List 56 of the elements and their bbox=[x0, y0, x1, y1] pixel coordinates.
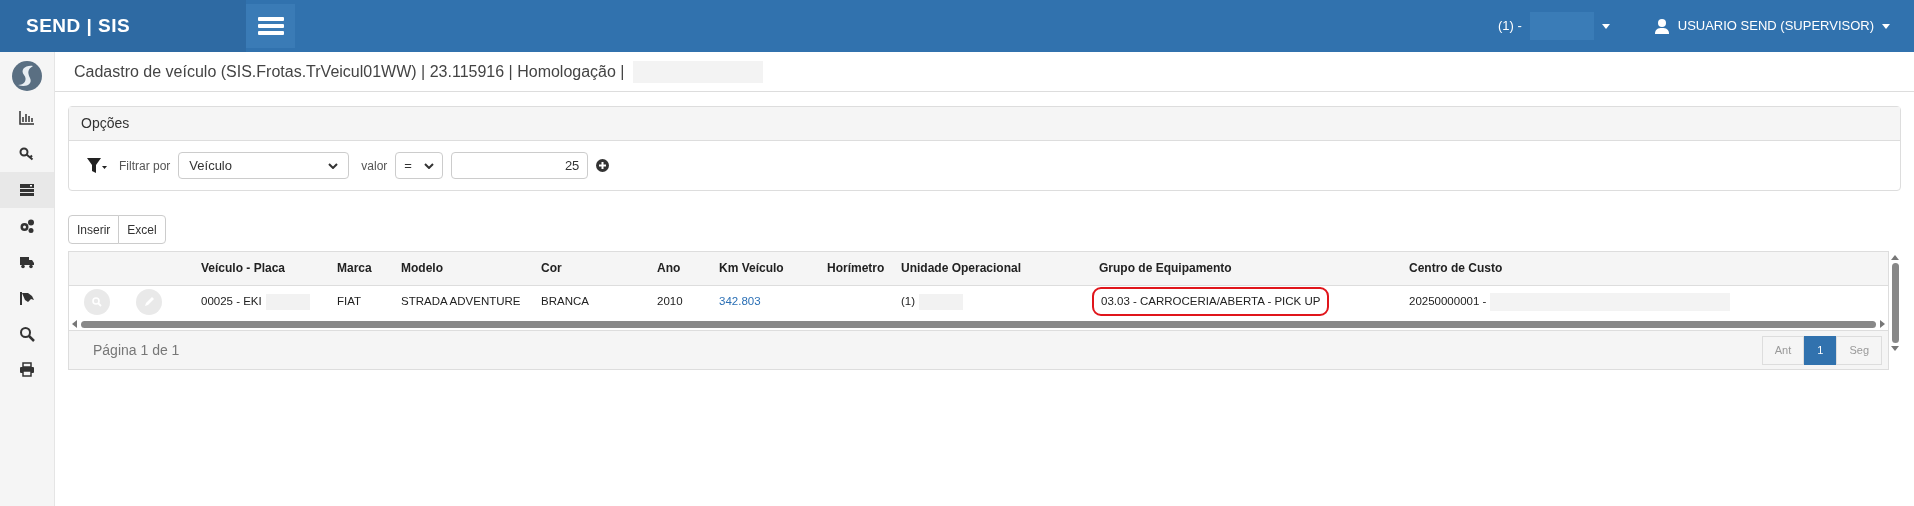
column-header[interactable]: Modelo bbox=[401, 261, 443, 276]
column-header[interactable]: Ano bbox=[657, 261, 681, 276]
table-cell-text: BRANCA bbox=[541, 294, 589, 310]
table-cell-text: 2010 bbox=[657, 294, 683, 310]
value-label: valor bbox=[361, 157, 388, 175]
hand-icon[interactable] bbox=[19, 290, 35, 306]
column-header[interactable]: Grupo de Equipamento bbox=[1099, 261, 1232, 276]
filter-icon[interactable] bbox=[87, 157, 107, 174]
user-icon bbox=[1653, 18, 1670, 34]
table-cell-text: FIAT bbox=[337, 294, 362, 310]
menu-button[interactable] bbox=[246, 4, 295, 48]
operator-select[interactable]: = bbox=[395, 152, 444, 179]
server-icon[interactable] bbox=[19, 182, 35, 198]
logo-icon bbox=[11, 60, 43, 92]
table-cell-text: (1) bbox=[901, 294, 916, 310]
filter-label: Filtrar por bbox=[119, 157, 171, 175]
scroll-right-icon[interactable] bbox=[1880, 320, 1885, 328]
filter-select[interactable]: Veículo bbox=[178, 152, 350, 179]
column-header[interactable]: Centro de Custo bbox=[1409, 261, 1503, 276]
gears-icon[interactable] bbox=[19, 218, 35, 234]
column-header[interactable]: Marca bbox=[337, 261, 372, 276]
column-header[interactable]: Unidade Operacional bbox=[901, 261, 1022, 276]
print-icon[interactable] bbox=[19, 362, 35, 378]
chevron-down-icon bbox=[328, 162, 339, 169]
table-cell-text: 20250000001 - bbox=[1409, 293, 1487, 309]
user-menu[interactable]: USUARIO SEND (SUPERVISOR) bbox=[1653, 16, 1890, 36]
caret-icon bbox=[1601, 23, 1610, 29]
circled-table-cell: 03.03 - CARROCERIA/ABERTA - PICK UP bbox=[1092, 287, 1330, 317]
table-cell-text: STRADA ADVENTURE bbox=[401, 294, 521, 310]
table-link[interactable]: 342.803 bbox=[719, 293, 761, 311]
scroll-up-icon[interactable] bbox=[1891, 255, 1899, 260]
column-header[interactable]: Veículo - Placa bbox=[201, 261, 286, 276]
page-info: Página 1 de 1 bbox=[93, 340, 180, 360]
add-icon[interactable] bbox=[596, 159, 610, 172]
toolbar-button[interactable]: Excel bbox=[118, 215, 166, 244]
truck-icon[interactable] bbox=[19, 254, 35, 270]
pager-button[interactable]: 1 bbox=[1804, 335, 1837, 365]
page-title: Cadastro de veículo (SIS.Frotas.TrVeicul01WW) | 23.115916 | Homologação | bbox=[74, 61, 625, 82]
table-cell-text: 00025 - EKI bbox=[201, 294, 262, 310]
scroll-left-icon[interactable] bbox=[72, 320, 77, 328]
company-dropdown[interactable]: (1) - bbox=[1497, 12, 1610, 40]
search-icon[interactable] bbox=[19, 326, 35, 342]
column-header[interactable]: Km Veículo bbox=[719, 261, 784, 276]
chart-icon[interactable] bbox=[19, 110, 35, 126]
column-header[interactable]: Horímetro bbox=[827, 261, 885, 276]
column-header[interactable]: Cor bbox=[541, 261, 562, 276]
caret-icon bbox=[1882, 23, 1890, 29]
key-icon[interactable] bbox=[19, 146, 35, 162]
scroll-down-icon[interactable] bbox=[1891, 346, 1899, 351]
value-field[interactable]: 25 bbox=[451, 152, 589, 179]
panel-title: Opções bbox=[81, 114, 130, 133]
horizontal-scrollbar[interactable] bbox=[81, 320, 1876, 328]
chevron-down-icon bbox=[424, 162, 435, 169]
toolbar-button[interactable]: Inserir bbox=[68, 215, 120, 244]
vertical-scrollbar[interactable] bbox=[1891, 263, 1899, 343]
menu-icon bbox=[257, 17, 284, 35]
